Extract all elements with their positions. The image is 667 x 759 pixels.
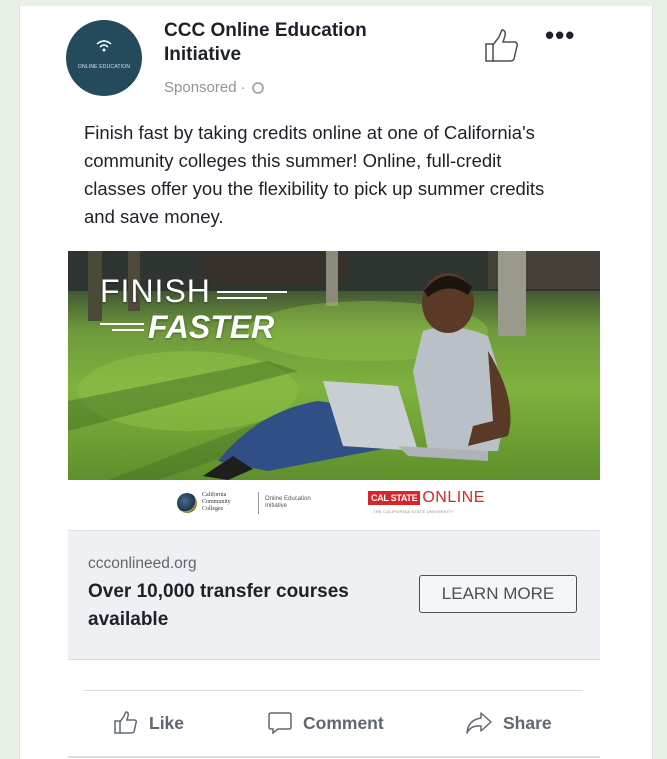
headline-line: [217, 297, 267, 299]
link-preview[interactable]: ccconlineed.org Over 10,000 transfer cou…: [68, 530, 600, 660]
like-label: Like: [149, 712, 185, 733]
link-headline: Over 10,000 transfer courses available: [88, 581, 349, 630]
headline-line: [217, 291, 287, 293]
share-label: Share: [503, 712, 552, 733]
ad-headline-faster: FASTER: [148, 309, 275, 345]
comment-label: Comment: [303, 712, 384, 733]
sponsored-label: Sponsored ·: [164, 79, 264, 96]
thumbs-up-icon: [114, 711, 138, 734]
wifi-icon: [96, 40, 112, 54]
calstate-subtitle: THE CALIFORNIA STATE UNIVERSITY: [373, 509, 454, 514]
actions-divider: [84, 690, 583, 691]
like-button[interactable]: Like: [113, 707, 184, 739]
ccc-logo-icon: [177, 493, 197, 513]
headline-line: [112, 329, 144, 331]
post-body-text: Finish fast by taking credits online at …: [84, 122, 545, 227]
page-name-link[interactable]: CCC Online Education Initiative: [164, 19, 434, 67]
calstate-box: CAL STATE: [368, 491, 421, 505]
thumbs-up-icon: [485, 29, 518, 62]
page-avatar[interactable]: ONLINE EDUCATION: [66, 20, 142, 96]
comment-button[interactable]: Comment: [267, 707, 384, 739]
like-page-button[interactable]: [482, 28, 522, 64]
headline-line: [100, 323, 144, 325]
logo-strip: California Community Colleges Online Edu…: [68, 480, 600, 530]
card-bottom-border: [68, 756, 600, 758]
sponsored-text: Sponsored ·: [164, 79, 246, 96]
comment-icon: [268, 712, 292, 735]
ad-headline-finish: FINISH: [100, 273, 211, 309]
globe-icon: [251, 81, 264, 94]
logo-divider: [258, 492, 259, 514]
ccc-logo-text: California Community Colleges: [202, 492, 231, 512]
calstate-online: ONLINE: [422, 489, 485, 506]
more-icon[interactable]: •••: [545, 22, 575, 48]
share-button[interactable]: Share: [465, 707, 552, 739]
link-domain: ccconlineed.org: [88, 555, 197, 572]
learn-more-button[interactable]: LEARN MORE: [419, 575, 577, 613]
calstate-logo: CAL STATE ONLINE: [368, 489, 485, 507]
avatar-text: ONLINE EDUCATION: [77, 64, 131, 70]
share-icon: [466, 712, 492, 734]
oei-logo-text: Online Education Initiative: [265, 496, 311, 509]
